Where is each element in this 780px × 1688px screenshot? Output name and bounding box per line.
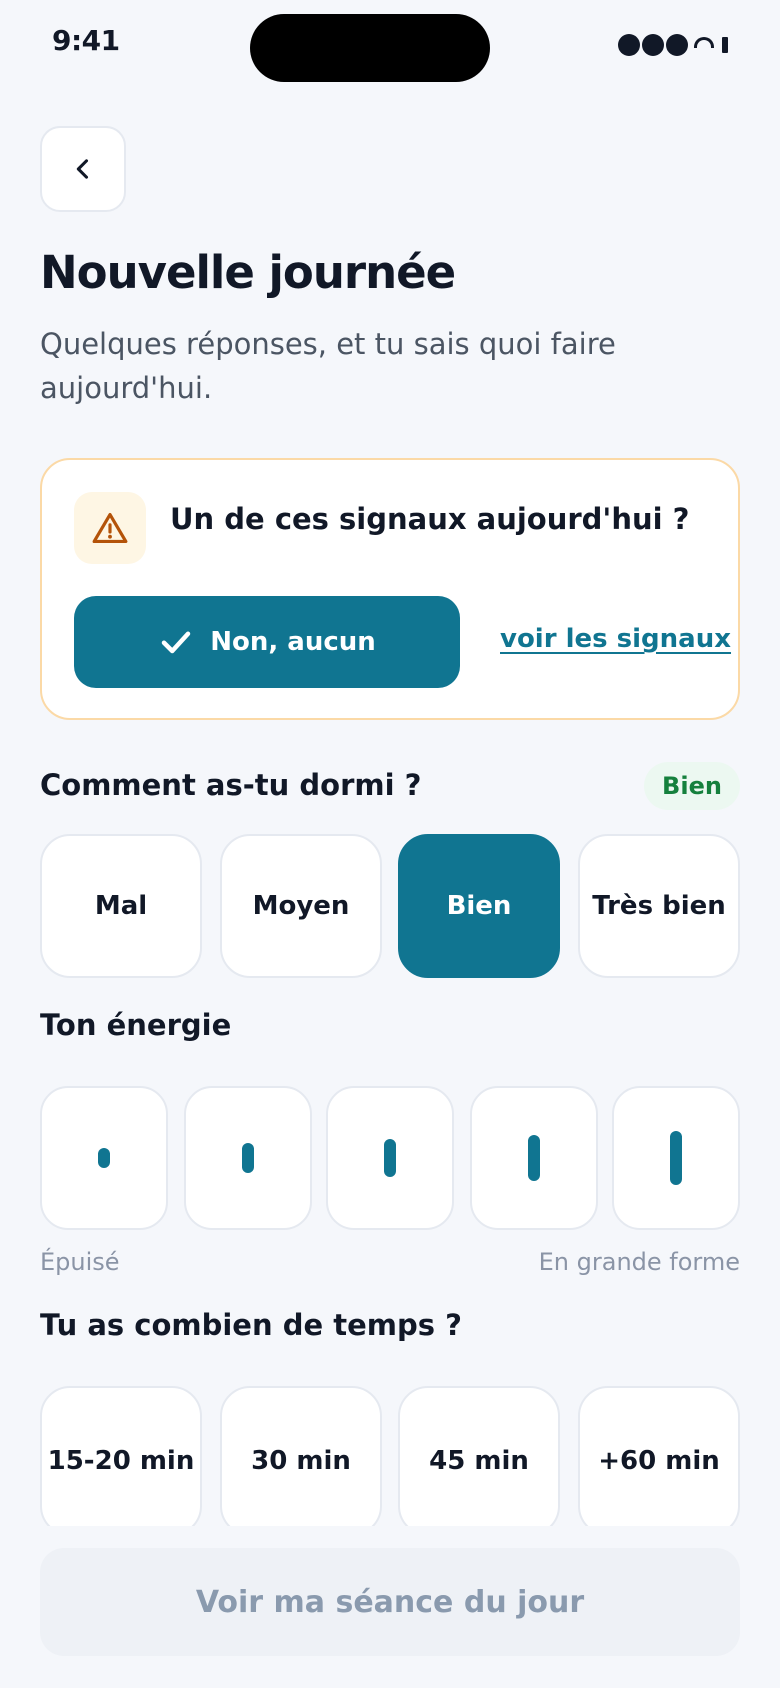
status-icons (618, 34, 728, 56)
sleep-option-moyen[interactable]: Moyen (220, 834, 382, 978)
sleep-option-mal[interactable]: Mal (40, 834, 202, 978)
sleep-status-badge: Bien (644, 762, 740, 810)
warning-triangle-icon (92, 512, 128, 544)
time-options: 15-20 min 30 min 45 min +60 min (0, 1384, 780, 1526)
signal-icon (666, 34, 688, 56)
warning-icon-badge (74, 492, 146, 564)
signals-question: Un de ces signaux aujourd'hui ? (170, 502, 690, 536)
signal-icon (618, 34, 640, 56)
energy-level-3[interactable] (326, 1086, 454, 1230)
status-time: 9:41 (52, 24, 120, 57)
energy-level-3-bar (384, 1139, 396, 1177)
energy-level-5-bar (670, 1131, 682, 1185)
time-option-30[interactable]: 30 min (220, 1386, 382, 1526)
back-button[interactable] (40, 126, 126, 212)
sleep-option-tres-bien[interactable]: Très bien (578, 834, 740, 978)
energy-max-label: En grande forme (538, 1248, 740, 1276)
chevron-left-icon (76, 159, 89, 179)
check-icon (161, 631, 191, 654)
page-subtitle: Quelques réponses, et tu sais quoi faire… (40, 327, 616, 405)
time-option-60-plus[interactable]: +60 min (578, 1386, 740, 1526)
energy-level-4[interactable] (470, 1086, 598, 1230)
time-option-45[interactable]: 45 min (398, 1386, 560, 1526)
wifi-icon (694, 36, 714, 48)
energy-level-2-bar (242, 1143, 254, 1173)
battery-icon (722, 37, 728, 53)
time-option-15-20[interactable]: 15-20 min (40, 1386, 202, 1526)
sleep-question: Comment as-tu dormi ? (40, 768, 422, 802)
energy-level-1[interactable] (40, 1086, 168, 1230)
sleep-option-bien[interactable]: Bien (398, 834, 560, 978)
see-signals-link[interactable]: voir les signaux (500, 624, 731, 654)
energy-level-5[interactable] (612, 1086, 740, 1230)
dynamic-island (250, 14, 490, 82)
energy-question: Ton énergie (40, 1008, 232, 1042)
no-signal-button[interactable]: Non, aucun (74, 596, 460, 688)
energy-level-4-bar (528, 1135, 540, 1181)
no-signal-label: Non, aucun (210, 627, 376, 657)
energy-level-1-bar (98, 1148, 110, 1168)
see-session-button[interactable]: Voir ma séance du jour (40, 1548, 740, 1656)
time-question: Tu as combien de temps ? (40, 1308, 462, 1342)
signal-icon (642, 34, 664, 56)
energy-min-label: Épuisé (40, 1248, 120, 1276)
energy-level-2[interactable] (184, 1086, 312, 1230)
page-title: Nouvelle journée (40, 246, 456, 299)
